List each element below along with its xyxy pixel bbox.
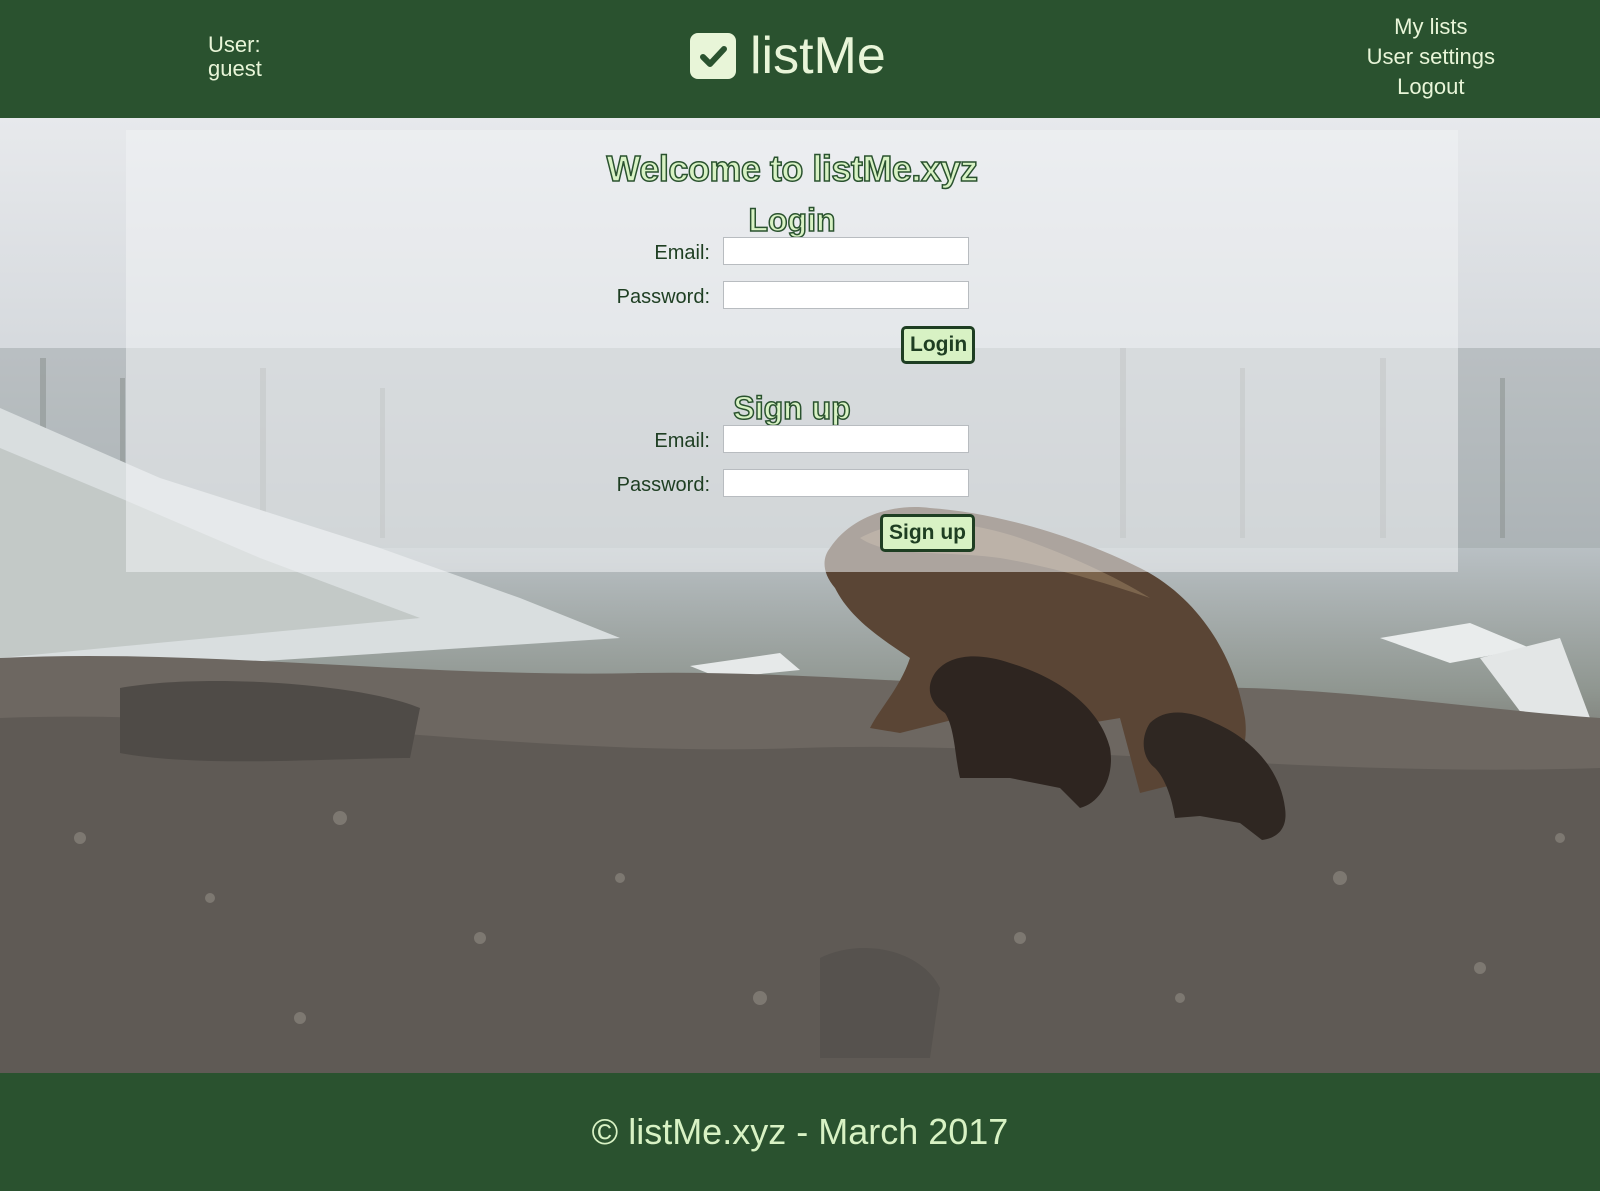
login-email-label: Email: (654, 242, 710, 264)
logo-text: listMe (750, 27, 886, 85)
signup-button[interactable]: Sign up (880, 514, 975, 552)
nav-logout[interactable]: Logout (1367, 72, 1495, 102)
footer: © listMe.xyz - March 2017 (0, 1073, 1600, 1191)
footer-copyright: © listMe.xyz - March 2017 (591, 1111, 1009, 1152)
welcome-heading: Welcome to listMe.xyz (606, 147, 979, 190)
header: User: guest listMe My lists User setting… (0, 0, 1600, 118)
signup-password-label: Password: (616, 474, 710, 496)
logo[interactable]: listMe (690, 28, 886, 84)
signup-email-label: Email: (654, 430, 710, 452)
user-label: User: (208, 32, 261, 57)
login-email-input[interactable] (723, 237, 969, 265)
signup-password-input[interactable] (723, 469, 969, 497)
user-info: User: guest (208, 33, 262, 81)
main-content: Welcome to listMe.xyz Login Email: Passw… (0, 118, 1600, 1073)
auth-panel: Welcome to listMe.xyz Login Email: Passw… (126, 130, 1458, 572)
login-heading: Login (748, 201, 837, 239)
login-button[interactable]: Login (901, 326, 975, 364)
login-password-input[interactable] (723, 281, 969, 309)
login-password-label: Password: (616, 286, 710, 308)
nav-menu: My lists User settings Logout (1367, 12, 1495, 102)
user-name: guest (208, 56, 262, 81)
nav-user-settings[interactable]: User settings (1367, 42, 1495, 72)
signup-heading: Sign up (733, 389, 852, 427)
signup-email-input[interactable] (723, 425, 969, 453)
checkbox-checked-icon (690, 33, 736, 79)
nav-my-lists[interactable]: My lists (1367, 12, 1495, 42)
